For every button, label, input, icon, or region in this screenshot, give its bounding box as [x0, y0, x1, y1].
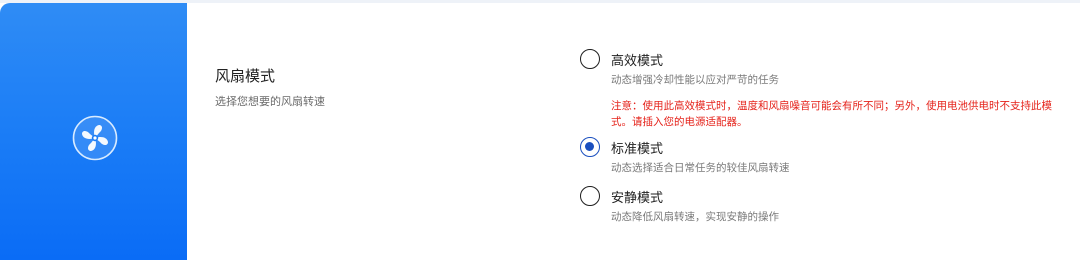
section-description: 选择您想要的风扇转速 [215, 95, 325, 108]
option-description: 动态增强冷却性能以应对严苛的任务 [611, 74, 779, 86]
section-title: 风扇模式 [215, 67, 276, 85]
radio-quiet[interactable] [580, 186, 600, 206]
fan-mode-banner [0, 3, 187, 260]
option-description: 动态降低风扇转速，实现安静的操作 [611, 211, 779, 223]
option-description: 动态选择适合日常任务的较佳风扇转速 [611, 162, 790, 174]
option-label[interactable]: 高效模式 [611, 50, 663, 69]
option-label[interactable]: 标准模式 [611, 138, 663, 157]
warning-text: 注意：使用此高效模式时，温度和风扇噪音可能会有所不同；另外，使用电池供电时不支持… [611, 100, 1052, 128]
fan-mode-card: 风扇模式 选择您想要的风扇转速 高效模式 动态增强冷却性能以应对严苛的任务 注意… [0, 3, 1080, 260]
fan-icon [72, 115, 118, 161]
radio-standard[interactable] [580, 137, 600, 157]
radio-high-performance[interactable] [580, 49, 600, 69]
option-label[interactable]: 安静模式 [611, 187, 663, 206]
